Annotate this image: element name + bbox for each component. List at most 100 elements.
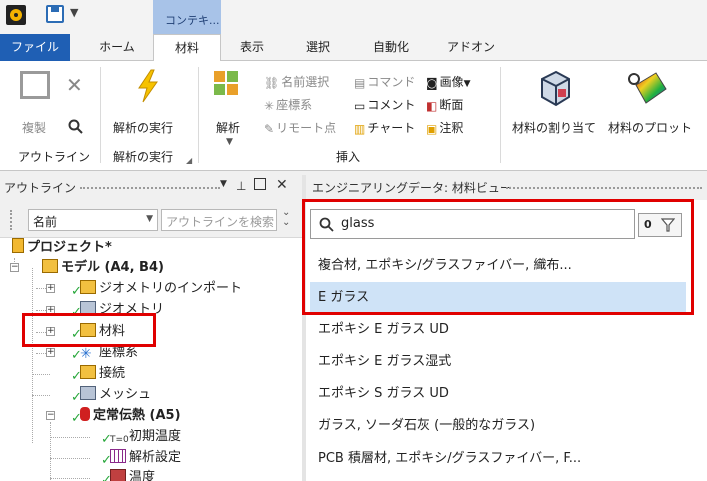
tab-select[interactable]: 選択: [292, 34, 344, 61]
material-folder-icon: [80, 323, 96, 337]
solve-group-label: 解析の実行: [113, 150, 174, 164]
coordinate-system-icon: ✳: [264, 98, 275, 113]
analysis-icon[interactable]: [214, 71, 238, 95]
tree-item-steady-thermal[interactable]: ✓ 定常伝熱 (A5): [71, 406, 181, 426]
section-label: 断面: [439, 98, 464, 112]
material-result-item[interactable]: PCB 積層材, エポキシ/グラスファイバー, F...: [306, 443, 707, 475]
tab-file[interactable]: ファイル: [0, 34, 70, 61]
duplicate-large-icon[interactable]: [20, 71, 50, 99]
material-result-item[interactable]: 複合材, エポキシ/グラスファイバー, 織布...: [306, 250, 707, 282]
comment-button[interactable]: ▭ コメント: [354, 96, 415, 113]
coordinate-system-button[interactable]: ✳ 座標系: [264, 96, 312, 113]
maximize-icon[interactable]: [254, 178, 266, 190]
tree-item-material[interactable]: ✓ 材料: [71, 322, 125, 342]
tab-automation[interactable]: 自動化: [360, 34, 422, 61]
tree-item-coordinate-system[interactable]: ✓ ✳ 座標系: [71, 343, 138, 363]
tree-expander-icon[interactable]: +: [46, 306, 55, 315]
tree-connector: [50, 458, 90, 459]
duplicate-button[interactable]: 複製: [22, 119, 46, 136]
tab-view[interactable]: 表示: [226, 34, 278, 61]
tab-home[interactable]: ホーム: [88, 34, 146, 61]
tree-item-analysis-settings[interactable]: ✓ 解析設定: [101, 448, 181, 468]
outline-panel-header: アウトライン ▼ ⊥ ✕: [0, 175, 302, 200]
tree-expander-icon[interactable]: −: [46, 411, 55, 420]
tree-item-model[interactable]: モデル (A4, B4): [42, 258, 164, 278]
section-button[interactable]: ◧ 断面: [426, 96, 463, 113]
material-assignment-button[interactable]: 材料の割り当て: [512, 119, 596, 136]
panel-menu-icon[interactable]: ▼: [220, 179, 227, 189]
ribbon-separator: [198, 67, 199, 163]
save-icon[interactable]: [46, 5, 64, 23]
tree-item-geometry[interactable]: ✓ ジオメトリ: [71, 300, 164, 320]
filter-icon: [661, 218, 675, 232]
image-button[interactable]: ◙ 画像▼: [426, 73, 471, 90]
tree-item-temperature[interactable]: ✓ 温度: [101, 468, 156, 481]
model-icon: [42, 259, 58, 273]
panel-grip[interactable]: [506, 187, 702, 189]
chart-button[interactable]: ▥ チャート: [354, 119, 415, 136]
toolbar-grip[interactable]: [10, 210, 14, 230]
material-result-item[interactable]: ガラス, ソーダ石灰 (一般的なガラス): [306, 410, 707, 442]
filter-count-badge: 0: [644, 218, 652, 231]
delete-icon[interactable]: ✕: [66, 73, 83, 97]
remote-point-label: リモート点: [276, 121, 337, 135]
material-assignment-icon[interactable]: [538, 69, 572, 109]
outline-search-input[interactable]: アウトラインを検索: [161, 209, 277, 231]
insert-group-label: 挿入: [336, 150, 361, 164]
remote-point-button[interactable]: ✎ リモート点: [264, 119, 336, 136]
coordinate-system-icon: ✳: [80, 346, 92, 362]
analysis-button[interactable]: 解析: [216, 119, 240, 136]
tree-expander-icon[interactable]: +: [46, 284, 55, 293]
qat-dropdown-icon[interactable]: ▼: [70, 6, 78, 19]
panel-grip[interactable]: [80, 187, 220, 189]
outline-name-filter-value: 名前: [33, 215, 58, 229]
material-search-input[interactable]: glass: [310, 209, 635, 239]
ribbon-separator: [500, 67, 501, 163]
quick-access-toolbar: ▼ コンテキ...: [0, 0, 707, 34]
outline-name-filter-select[interactable]: 名前 ▼: [28, 209, 158, 231]
material-result-item[interactable]: エポキシ S ガラス UD: [306, 378, 707, 410]
mesh-icon: [80, 386, 96, 400]
tree-item-label: プロジェクト*: [27, 240, 112, 255]
tree-item-connection[interactable]: ✓ 接続: [71, 364, 125, 384]
solve-group-launcher-icon[interactable]: ◢: [186, 156, 192, 165]
tree-item-label: モデル (A4, B4): [61, 260, 164, 275]
filter-button[interactable]: 0: [638, 213, 682, 237]
material-result-item-selected[interactable]: E ガラス: [310, 282, 686, 314]
material-plot-button[interactable]: 材料のプロット: [608, 119, 692, 136]
tree-item-label: 初期温度: [129, 429, 182, 444]
tree-connector: [32, 268, 33, 443]
command-label: コマンド: [367, 75, 416, 89]
close-icon[interactable]: ✕: [276, 177, 288, 193]
tab-material[interactable]: 材料: [153, 34, 221, 62]
tab-addon[interactable]: アドオン: [440, 34, 502, 61]
tree-expander-icon[interactable]: −: [10, 263, 19, 272]
toolbar-overflow-icon[interactable]: ⌄ ⌄: [282, 208, 290, 228]
name-select-label: 名前選択: [281, 75, 330, 89]
initial-temperature-icon: T=0: [110, 435, 129, 445]
coordinate-system-label: 座標系: [276, 98, 313, 112]
lightning-icon[interactable]: [135, 69, 161, 103]
tree-expander-icon[interactable]: +: [46, 348, 55, 357]
remote-point-icon: ✎: [264, 121, 275, 136]
tree-item-project[interactable]: プロジェクト*: [12, 238, 112, 258]
name-select-button[interactable]: ⛓ 名前選択: [264, 73, 329, 90]
material-result-item[interactable]: エポキシ E ガラス UD: [306, 314, 707, 346]
search-icon: [319, 217, 334, 232]
search-icon[interactable]: [68, 119, 84, 135]
material-plot-icon[interactable]: [626, 71, 668, 105]
command-button[interactable]: ▤ コマンド: [354, 73, 415, 90]
tree-expander-icon[interactable]: +: [46, 327, 55, 336]
temperature-icon: [110, 469, 126, 481]
tree-item-mesh[interactable]: ✓ メッシュ: [71, 385, 151, 405]
tree-connector: [50, 478, 90, 479]
pin-icon[interactable]: ⊥: [236, 179, 246, 193]
tree-item-geometry-import[interactable]: ✓ ジオメトリのインポート: [71, 279, 242, 299]
material-result-item[interactable]: エポキシ E ガラス湿式: [306, 346, 707, 378]
annotation-button[interactable]: ▣ 注釈: [426, 119, 463, 136]
tree-item-label: 温度: [129, 470, 156, 481]
command-icon: ▤: [354, 75, 366, 90]
tree-item-initial-temperature[interactable]: ✓ T=0初期温度: [101, 427, 182, 447]
analysis-dropdown-icon[interactable]: ▼: [226, 137, 233, 147]
run-solve-button[interactable]: 解析の実行: [113, 119, 173, 136]
